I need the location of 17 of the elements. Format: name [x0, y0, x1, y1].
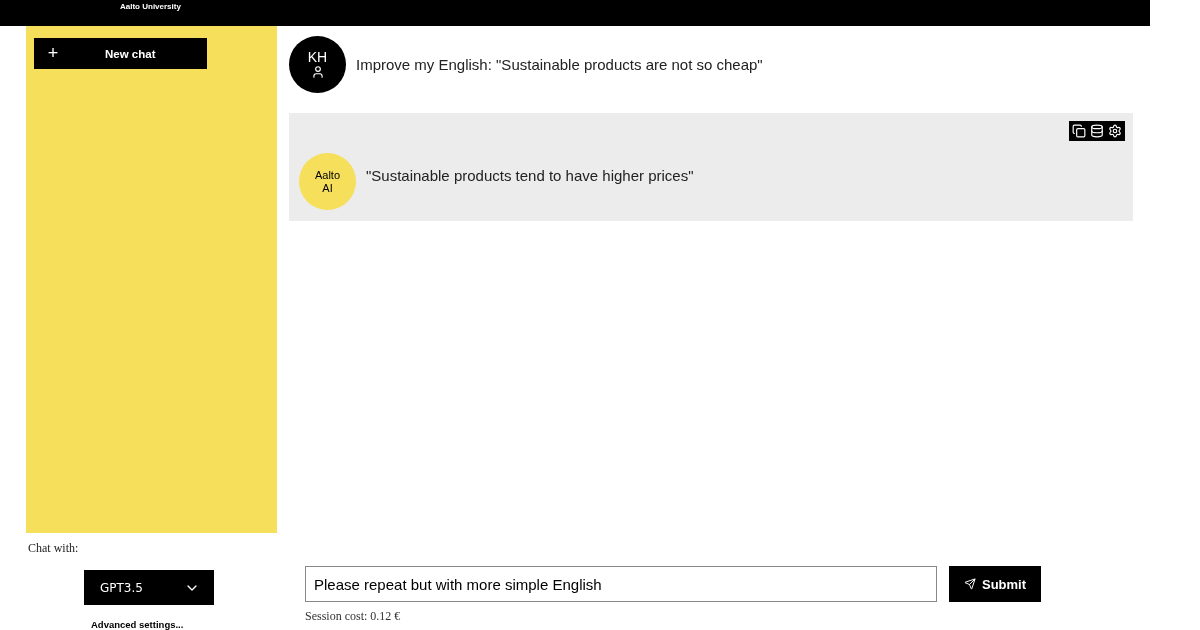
- model-select[interactable]: GPT3.5: [84, 570, 214, 605]
- send-icon: [963, 578, 976, 590]
- brand-name: Aalto University: [120, 2, 181, 11]
- assistant-avatar: Aalto AI: [299, 153, 356, 210]
- chat-with-label: Chat with:: [28, 541, 80, 556]
- message-text: "Sustainable products tend to have higher prices": [366, 167, 694, 184]
- advanced-settings-link[interactable]: Advanced settings...: [91, 619, 277, 630]
- new-chat-button[interactable]: + New chat: [34, 38, 207, 69]
- copy-icon[interactable]: [1072, 124, 1086, 138]
- message-text: Improve my English: "Sustainable products are not so cheap": [356, 56, 763, 73]
- database-icon[interactable]: [1090, 124, 1104, 138]
- settings-icon[interactable]: [1108, 124, 1122, 138]
- submit-button[interactable]: Submit: [949, 566, 1041, 602]
- session-cost: Session cost: 0.12 €: [305, 609, 402, 624]
- message-input[interactable]: Please repeat but with more simple English: [305, 566, 937, 602]
- person-icon: [310, 65, 325, 80]
- user-avatar: KH: [289, 36, 346, 93]
